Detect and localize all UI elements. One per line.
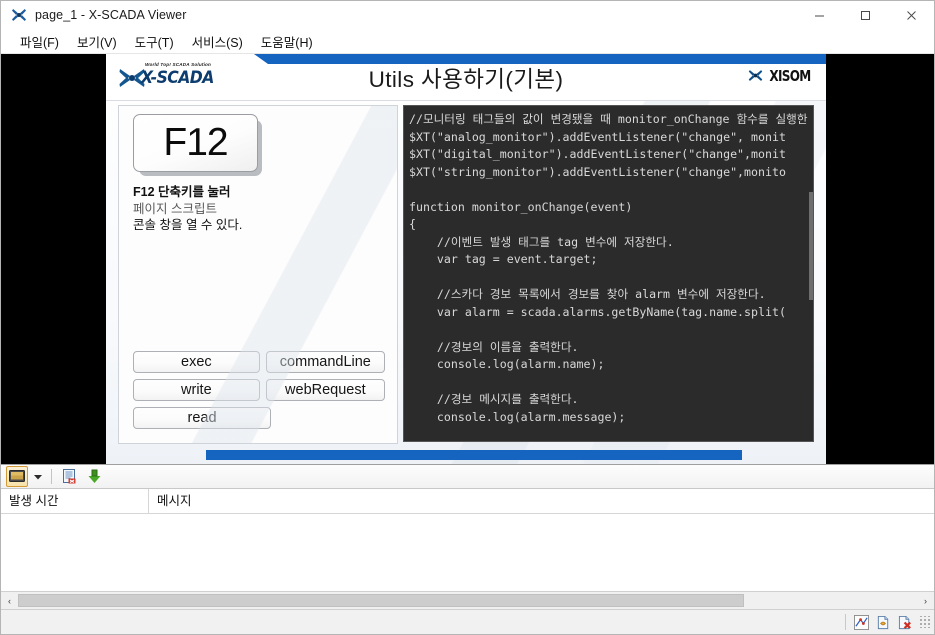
menu-bar: 파일(F) 보기(V) 도구(T) 서비스(S) 도움말(H): [1, 29, 934, 54]
xisom-logo: XISOM: [748, 68, 814, 86]
log-toolbar: [1, 465, 934, 489]
xscada-star-icon: [11, 7, 27, 23]
menu-help[interactable]: 도움말(H): [252, 29, 322, 54]
window-controls: [796, 1, 934, 29]
monitor-icon[interactable]: [6, 466, 28, 487]
button-row-1: exec commandLine: [133, 351, 385, 373]
left-description: F12 단축키를 눌러 페이지 스크립트 콘솔 창을 열 수 있다.: [133, 184, 383, 234]
command-line-button[interactable]: commandLine: [265, 351, 385, 373]
write-button[interactable]: write: [133, 379, 260, 401]
description-line-1: F12 단축키를 눌러: [133, 185, 231, 199]
column-message[interactable]: 메시지: [149, 489, 934, 513]
chart-tool-icon[interactable]: [851, 613, 871, 632]
resize-grip[interactable]: [919, 616, 931, 628]
toolbar-separator: [51, 469, 52, 484]
maximize-button[interactable]: [842, 1, 888, 29]
clear-log-icon[interactable]: [59, 466, 81, 487]
f12-key-label: F12: [163, 120, 228, 164]
f12-key-face: F12: [133, 114, 258, 172]
log-column-header: 발생 시간 메시지: [1, 489, 934, 514]
page-viewer: World Top! SCADA Solution X-SCADA Utils …: [1, 54, 934, 464]
scroll-track[interactable]: [18, 592, 917, 609]
copy-page-icon[interactable]: [873, 613, 893, 632]
exec-button[interactable]: exec: [133, 351, 260, 373]
chevron-down-icon[interactable]: [31, 467, 44, 486]
scroll-right-arrow-icon[interactable]: ›: [917, 592, 934, 609]
page-title: Utils 사용하기(기본): [368, 67, 564, 92]
web-request-button[interactable]: webRequest: [265, 379, 385, 401]
slide-header: World Top! SCADA Solution X-SCADA Utils …: [106, 54, 826, 101]
status-separator: [845, 614, 846, 630]
description-line-2: 페이지 스크립트: [133, 201, 217, 216]
menu-service[interactable]: 서비스(S): [183, 29, 252, 54]
xisom-logo-wordmark: XISOM: [769, 68, 811, 86]
xisom-logo-star-icon: [748, 68, 763, 86]
action-button-grid: exec commandLine write webRequest read: [133, 351, 385, 435]
description-line-3: 콘솔 창을 열 수 있다.: [133, 218, 243, 232]
window-title: page_1 - X-SCADA Viewer: [35, 8, 187, 22]
read-button[interactable]: read: [133, 407, 271, 429]
log-panel: 발생 시간 메시지 ‹ ›: [1, 464, 934, 609]
minimize-button[interactable]: [796, 1, 842, 29]
download-log-icon[interactable]: [84, 466, 106, 487]
status-bar: [1, 609, 934, 634]
button-row-3: read: [133, 407, 385, 429]
slide-footer-accent-bar: [206, 450, 742, 460]
menu-file[interactable]: 파일(F): [11, 29, 68, 54]
code-scrollbar-thumb[interactable]: [809, 192, 813, 300]
menu-tools[interactable]: 도구(T): [126, 29, 183, 54]
delete-page-icon[interactable]: [895, 613, 915, 632]
scroll-thumb[interactable]: [18, 594, 744, 607]
close-button[interactable]: [888, 1, 934, 29]
title-bar: page_1 - X-SCADA Viewer: [1, 1, 934, 29]
scroll-left-arrow-icon[interactable]: ‹: [1, 592, 18, 609]
column-occurrence-time[interactable]: 발생 시간: [1, 489, 149, 513]
left-panel: F12 F12 단축키를 눌러 페이지 스크립트 콘솔 창을 열 수 있다. e…: [118, 105, 398, 444]
code-panel[interactable]: //모니터링 태그들의 값이 변경됐을 때 monitor_onChange 함…: [403, 105, 814, 442]
button-row-2: write webRequest: [133, 379, 385, 401]
slide-body: F12 F12 단축키를 눌러 페이지 스크립트 콘솔 창을 열 수 있다. e…: [106, 100, 826, 464]
menu-view[interactable]: 보기(V): [68, 29, 126, 54]
code-text: //모니터링 태그들의 값이 변경됐을 때 monitor_onChange 함…: [409, 112, 808, 424]
app-window: page_1 - X-SCADA Viewer 파일(F) 보기(V) 도구(T…: [0, 0, 935, 635]
scada-page: World Top! SCADA Solution X-SCADA Utils …: [106, 54, 826, 464]
log-rows-container: [1, 514, 934, 591]
log-horizontal-scrollbar[interactable]: ‹ ›: [1, 591, 934, 609]
f12-key-graphic: F12: [133, 114, 262, 176]
